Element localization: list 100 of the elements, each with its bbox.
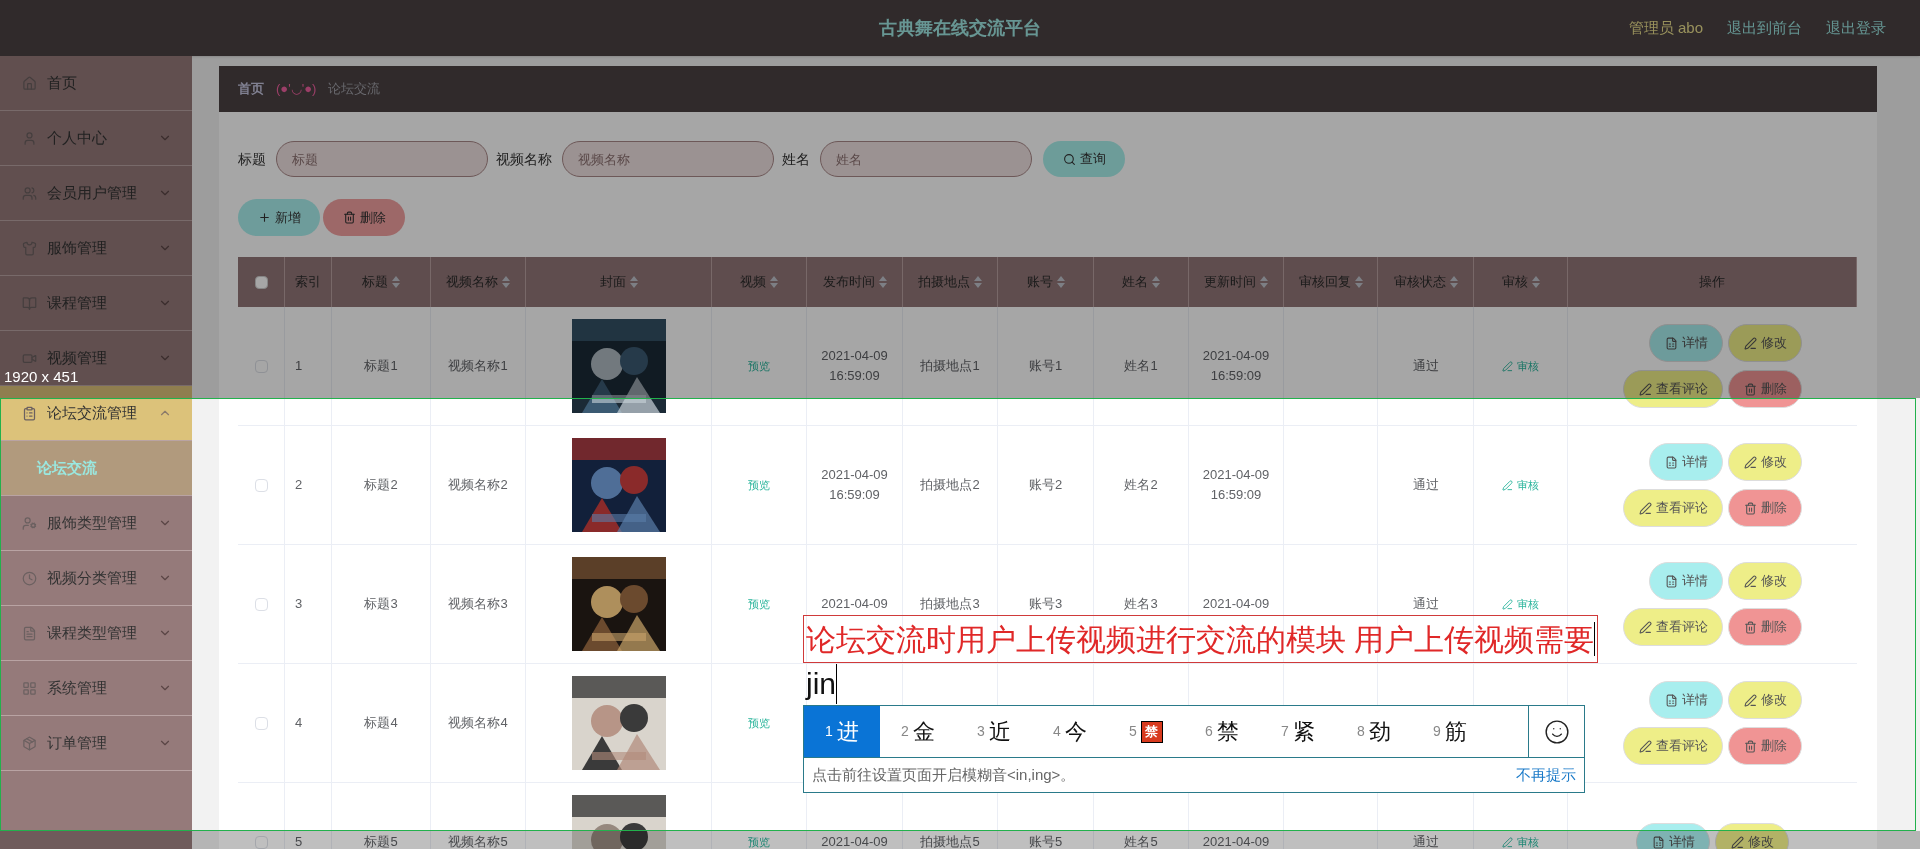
delete-button[interactable]: 删除	[1728, 608, 1802, 646]
sort-icon[interactable]	[878, 276, 887, 288]
shirt-icon	[22, 240, 37, 256]
sidebar-item[interactable]: 课程管理	[0, 276, 192, 331]
table-cell-text: 2021-04-09	[821, 595, 888, 613]
pencil-icon	[1638, 501, 1652, 515]
clock-icon	[22, 570, 37, 586]
pencil-icon	[1638, 620, 1652, 634]
comments-button[interactable]: 查看评论	[1623, 370, 1723, 408]
admin-name: 管理员 abo	[1628, 17, 1703, 38]
sidebar-item[interactable]: 论坛交流管理	[0, 386, 192, 441]
preview-link[interactable]: 预览	[748, 833, 770, 849]
pencil-icon	[1743, 336, 1757, 350]
preview-link[interactable]: 预览	[748, 357, 770, 375]
checkbox[interactable]	[254, 716, 268, 730]
sidebar-item[interactable]: 会员用户管理	[0, 166, 192, 221]
clipboard-icon	[22, 405, 37, 421]
review-link[interactable]: 审核	[1502, 357, 1539, 375]
table-cell-text: 视频名称2	[448, 476, 508, 495]
trash-icon	[342, 211, 356, 224]
pencil-icon	[1502, 479, 1513, 491]
ime-composition: jin	[806, 664, 837, 704]
edit-button[interactable]: 修改	[1715, 823, 1789, 849]
sort-icon[interactable]	[1354, 276, 1363, 288]
table-cell-text: 姓名5	[1124, 833, 1158, 849]
users-icon	[22, 185, 37, 201]
table-cell-text: 3	[295, 595, 303, 614]
pencil-icon	[1743, 574, 1757, 588]
trash-icon	[1743, 501, 1757, 515]
selection-size-label: 1920 x 451	[4, 367, 79, 387]
checkbox[interactable]	[254, 835, 268, 849]
checkbox[interactable]	[254, 478, 268, 492]
sidebar-item[interactable]: 订单管理	[0, 716, 192, 771]
sidebar-item[interactable]: 课程类型管理	[0, 606, 192, 661]
edit-button[interactable]: 修改	[1728, 324, 1802, 362]
delete-button[interactable]: 删除	[1728, 370, 1802, 408]
search-button[interactable]: 查询	[1043, 141, 1125, 177]
comments-button[interactable]: 查看评论	[1623, 489, 1723, 527]
detail-button[interactable]: 详情	[1649, 562, 1723, 600]
detail-button[interactable]: 详情	[1636, 823, 1710, 849]
sidebar-item[interactable]: 个人中心	[0, 111, 192, 166]
delete-button[interactable]: 删除	[1728, 727, 1802, 765]
sort-icon[interactable]	[1056, 276, 1065, 288]
preview-link[interactable]: 预览	[748, 714, 770, 732]
table-cell-text: 4	[295, 714, 303, 733]
detail-button[interactable]: 详情	[1649, 324, 1723, 362]
sort-icon[interactable]	[629, 276, 638, 288]
sort-icon[interactable]	[1531, 276, 1540, 288]
plus-icon	[257, 211, 271, 224]
checkbox[interactable]	[254, 275, 268, 289]
comments-button[interactable]: 查看评论	[1623, 608, 1723, 646]
search-icon	[1062, 152, 1076, 166]
review-link[interactable]: 审核	[1502, 476, 1539, 494]
review-link[interactable]: 审核	[1502, 833, 1539, 849]
detail-button[interactable]: 详情	[1649, 681, 1723, 719]
selection-frame[interactable]	[0, 398, 1916, 831]
smiley-icon[interactable]	[1543, 718, 1570, 745]
comments-button[interactable]: 查看评论	[1623, 727, 1723, 765]
sort-icon[interactable]	[1449, 276, 1458, 288]
review-link[interactable]: 审核	[1502, 595, 1539, 613]
annotation-text[interactable]: 论坛交流时用户上传视频进行交流的模块 用户上传视频需要	[803, 615, 1599, 663]
table-cell-text: 标题1	[364, 357, 398, 376]
delete-button[interactable]: 删除	[323, 199, 405, 236]
pencil-icon	[1743, 693, 1757, 707]
add-button[interactable]: 新增	[238, 199, 320, 236]
table-cell-text: 视频名称4	[448, 714, 508, 733]
ime-candidate[interactable]: 5 禁	[1108, 706, 1184, 757]
sort-icon[interactable]	[502, 276, 510, 288]
header-link[interactable]: 退出到前台	[1727, 16, 1802, 40]
table-cell-text: 标题3	[364, 595, 398, 614]
search-field[interactable]: 视频名称	[562, 141, 774, 177]
sidebar-item[interactable]: 服饰管理	[0, 221, 192, 276]
column-header: 审核回复	[1298, 273, 1351, 292]
table-cell-text: 账号5	[1028, 833, 1063, 849]
header-link[interactable]: 退出登录	[1826, 16, 1886, 40]
checkbox[interactable]	[254, 597, 268, 611]
table-cell-text: 2021-04-09	[1202, 595, 1270, 613]
breadcrumb-home[interactable]: 首页	[238, 79, 264, 99]
column-header: 审核	[1501, 273, 1528, 292]
edit-button[interactable]: 修改	[1728, 443, 1802, 481]
preview-link[interactable]: 预览	[748, 476, 770, 494]
sort-icon[interactable]	[1260, 276, 1268, 288]
edit-button[interactable]: 修改	[1728, 681, 1802, 719]
delete-button[interactable]: 删除	[1728, 489, 1802, 527]
search-field[interactable]: 姓名	[820, 141, 1032, 177]
sidebar-item[interactable]: 首页	[0, 56, 192, 111]
search-field[interactable]: 标题	[276, 141, 488, 177]
pencil-icon	[1743, 455, 1757, 469]
sidebar-item[interactable]: 服饰类型管理	[0, 496, 192, 551]
detail-button[interactable]: 详情	[1649, 443, 1723, 481]
field-label: 姓名	[782, 149, 810, 169]
edit-button[interactable]: 修改	[1728, 562, 1802, 600]
sort-icon[interactable]	[974, 276, 982, 288]
sort-icon[interactable]	[1152, 276, 1160, 288]
sort-icon[interactable]	[392, 276, 400, 288]
preview-link[interactable]: 预览	[748, 595, 770, 613]
sort-icon[interactable]	[770, 276, 778, 288]
dismiss-hint-link[interactable]: 不再提示	[1516, 763, 1576, 787]
sidebar-item[interactable]: 视频分类管理	[0, 551, 192, 606]
sidebar-item[interactable]: 系统管理	[0, 661, 192, 716]
